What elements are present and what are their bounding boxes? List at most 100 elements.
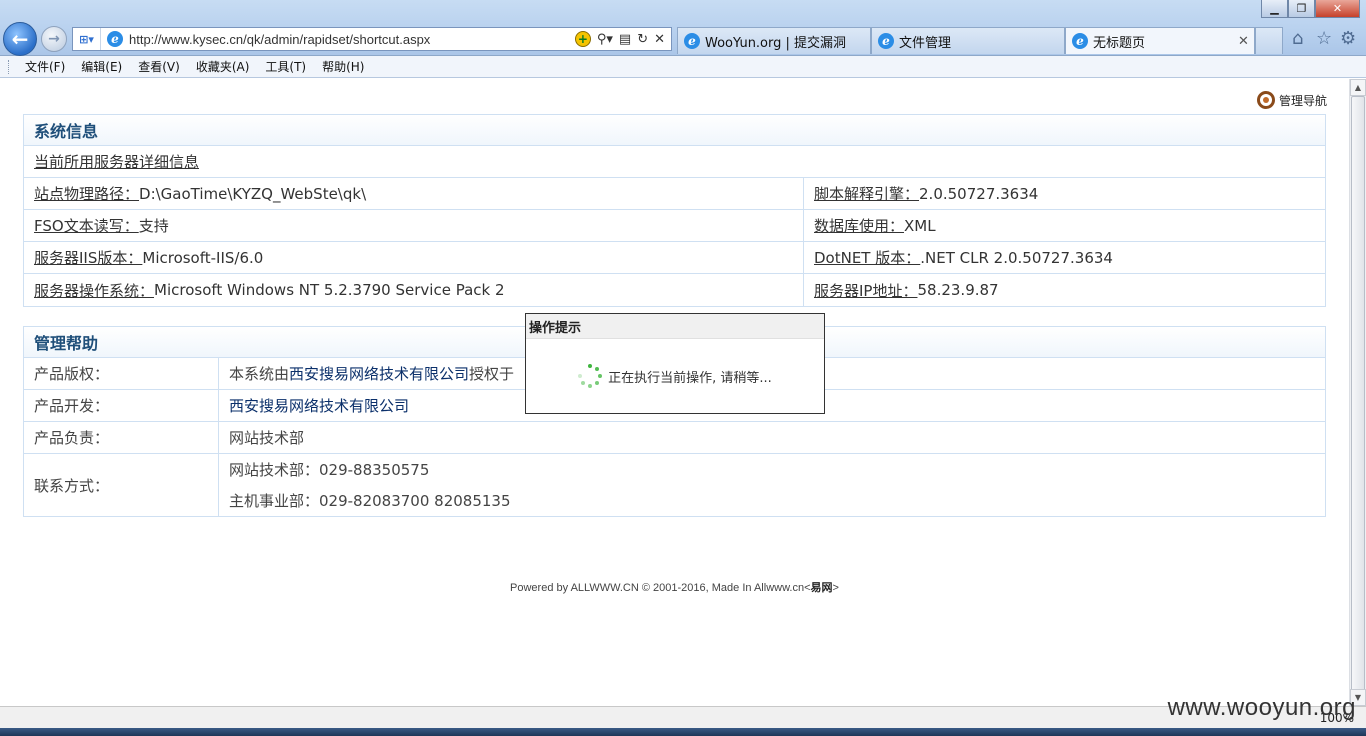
admin-nav-link[interactable]: 管理导航 bbox=[1256, 91, 1327, 109]
ie-tab-icon: e bbox=[684, 33, 700, 49]
help-row-contact: 联系方式： 网站技术部：029-88350575 主机事业部：029-82083… bbox=[24, 454, 1325, 516]
menu-file[interactable]: 文件(F) bbox=[17, 58, 73, 75]
ship-wheel-icon bbox=[1256, 91, 1275, 109]
page-footer: Powered by ALLWWW.CN © 2001-2016, Made I… bbox=[0, 579, 1349, 595]
ie-tab-icon: e bbox=[878, 33, 894, 49]
search-icon[interactable]: ⚲▾ bbox=[597, 32, 613, 47]
loading-spinner-icon bbox=[578, 364, 603, 388]
subtitle-cell: 当前所用服务器详细信息 bbox=[24, 146, 1325, 177]
developer-key: 产品开发： bbox=[24, 390, 219, 421]
help-row-owner: 产品负责： 网站技术部 bbox=[24, 422, 1325, 454]
server-ip-value: 58.23.9.87 bbox=[917, 281, 999, 299]
minimize-button[interactable]: ▁ bbox=[1261, 0, 1288, 18]
system-info-subtitle-row: 当前所用服务器详细信息 bbox=[24, 146, 1325, 178]
settings-gear-icon[interactable]: ⚙ bbox=[1340, 28, 1356, 49]
info-cell: 数据库使用： XML bbox=[804, 210, 936, 241]
menu-view[interactable]: 查看(V) bbox=[130, 58, 188, 75]
script-engine-label: 脚本解释引擎： bbox=[814, 185, 920, 203]
info-cell: 脚本解释引擎： 2.0.50727.3634 bbox=[804, 178, 1038, 209]
tab-untitled[interactable]: e 无标题页 ✕ bbox=[1065, 27, 1255, 54]
info-cell: FSO文本读写： 支持 bbox=[24, 210, 804, 241]
compat-icon[interactable]: ▤ bbox=[619, 32, 631, 47]
menu-favorites[interactable]: 收藏夹(A) bbox=[188, 58, 258, 75]
ie-page-icon: e bbox=[107, 31, 123, 47]
fso-value: 支持 bbox=[138, 217, 169, 235]
menu-bar: 文件(F) 编辑(E) 查看(V) 收藏夹(A) 工具(T) 帮助(H) bbox=[0, 56, 1366, 78]
dotnet-version-label: DotNET 版本： bbox=[814, 249, 921, 267]
menu-edit[interactable]: 编辑(E) bbox=[73, 58, 130, 75]
info-row: 服务器IIS版本： Microsoft-IIS/6.0 DotNET 版本： .… bbox=[24, 242, 1325, 274]
copyright-company-link[interactable]: 西安搜易网络技术有限公司 bbox=[289, 363, 469, 384]
contact-host-dept: 主机事业部：029-82083700 82085135 bbox=[229, 492, 511, 510]
tab-label: 无标题页 bbox=[1093, 35, 1146, 51]
info-cell: 站点物理路径： D:\GaoTime\KYZQ_WebSte\qk\ bbox=[24, 178, 804, 209]
info-row: 站点物理路径： D:\GaoTime\KYZQ_WebSte\qk\ 脚本解释引… bbox=[24, 178, 1325, 210]
home-icon[interactable]: ⌂ bbox=[1292, 28, 1303, 49]
operation-prompt-dialog: 操作提示 正在执行当前操作, 请稍等... bbox=[525, 313, 825, 414]
tab-wooyun[interactable]: e WooYun.org | 提交漏洞 bbox=[677, 27, 871, 54]
stop-icon[interactable]: ✕ bbox=[654, 32, 665, 47]
new-tab-button[interactable] bbox=[1255, 27, 1283, 54]
back-button[interactable]: ← bbox=[3, 22, 37, 56]
copyright-suffix: 授权于 bbox=[469, 365, 515, 383]
footer-powered: Powered by bbox=[510, 582, 569, 594]
contact-key: 联系方式： bbox=[24, 454, 219, 516]
system-info-title: 系统信息 bbox=[24, 115, 1325, 146]
scroll-thumb[interactable] bbox=[1351, 96, 1365, 691]
page-viewport: 管理导航 系统信息 当前所用服务器详细信息 站点物理路径： D:\GaoTime… bbox=[0, 79, 1349, 706]
script-engine-value: 2.0.50727.3634 bbox=[919, 184, 1039, 203]
owner-key: 产品负责： bbox=[24, 422, 219, 453]
info-cell: 服务器操作系统： Microsoft Windows NT 5.2.3790 S… bbox=[24, 274, 804, 306]
tab-file-manager[interactable]: e 文件管理 bbox=[871, 27, 1065, 54]
dialog-message: 正在执行当前操作, 请稍等... bbox=[608, 370, 772, 386]
site-path-label: 站点物理路径： bbox=[34, 185, 140, 203]
database-label: 数据库使用： bbox=[814, 217, 905, 235]
close-button[interactable]: ✕ bbox=[1315, 0, 1360, 18]
system-info-panel: 系统信息 当前所用服务器详细信息 站点物理路径： D:\GaoTime\KYZQ… bbox=[23, 114, 1326, 307]
page-menu-icon[interactable]: ⊞▾ bbox=[73, 28, 101, 50]
dialog-title: 操作提示 bbox=[526, 314, 824, 339]
admin-nav-label: 管理导航 bbox=[1278, 93, 1327, 108]
info-row: 服务器操作系统： Microsoft Windows NT 5.2.3790 S… bbox=[24, 274, 1325, 306]
fso-label: FSO文本读写： bbox=[34, 217, 139, 235]
scroll-up-icon[interactable]: ▲ bbox=[1350, 79, 1366, 96]
site-path-value: D:\GaoTime\KYZQ_WebSte\qk\ bbox=[139, 184, 367, 203]
url-text[interactable]: http://www.kysec.cn/qk/admin/rapidset/sh… bbox=[129, 32, 575, 47]
back-arrow-icon: ← bbox=[11, 27, 29, 51]
compatibility-view-icon[interactable]: + bbox=[574, 31, 591, 47]
dotnet-version-value: .NET CLR 2.0.50727.3634 bbox=[920, 248, 1113, 267]
info-cell: DotNET 版本： .NET CLR 2.0.50727.3634 bbox=[804, 242, 1113, 273]
maximize-button[interactable]: ❐ bbox=[1288, 0, 1315, 18]
forward-button[interactable]: → bbox=[41, 26, 67, 52]
os-label: 服务器操作系统： bbox=[34, 281, 155, 300]
address-bar[interactable]: ⊞▾ e http://www.kysec.cn/qk/admin/rapids… bbox=[72, 27, 672, 51]
owner-value: 网站技术部 bbox=[229, 429, 305, 447]
footer-end: > bbox=[832, 582, 839, 594]
vertical-scrollbar[interactable]: ▲ ▼ bbox=[1349, 79, 1366, 706]
ie-tab-icon: e bbox=[1072, 33, 1088, 49]
developer-company-link[interactable]: 西安搜易网络技术有限公司 bbox=[229, 395, 409, 416]
tab-close-icon[interactable]: ✕ bbox=[1238, 34, 1254, 49]
copyright-prefix: 本系统由 bbox=[229, 365, 290, 383]
footer-brand-link[interactable]: ALLWWW.CN bbox=[571, 582, 639, 594]
tab-label: 文件管理 bbox=[899, 35, 952, 51]
info-row: FSO文本读写： 支持 数据库使用： XML bbox=[24, 210, 1325, 242]
windows-taskbar bbox=[0, 728, 1366, 736]
watermark: www.wooyun.org bbox=[1167, 694, 1356, 721]
system-info-subtitle: 当前所用服务器详细信息 bbox=[34, 153, 200, 171]
info-cell: 服务器IIS版本： Microsoft-IIS/6.0 bbox=[24, 242, 804, 273]
refresh-icon[interactable]: ↻ bbox=[637, 32, 648, 47]
footer-copyright: © 2001-2016, Made In Allwww.cn< bbox=[641, 582, 811, 594]
copyright-key: 产品版权： bbox=[24, 358, 219, 389]
iis-version-label: 服务器IIS版本： bbox=[34, 249, 143, 267]
menu-help[interactable]: 帮助(H) bbox=[314, 58, 372, 75]
browser-chrome: ▁ ❐ ✕ ← → ⊞▾ e http://www.kysec.cn/qk/ad… bbox=[0, 0, 1366, 56]
window-controls: ▁ ❐ ✕ bbox=[1261, 0, 1360, 18]
footer-brand2: 易网 bbox=[810, 582, 833, 594]
dialog-body: 正在执行当前操作, 请稍等... bbox=[526, 339, 824, 413]
menu-tools[interactable]: 工具(T) bbox=[257, 58, 314, 75]
info-cell: 服务器IP地址： 58.23.9.87 bbox=[804, 274, 999, 306]
favorites-star-icon[interactable]: ☆ bbox=[1316, 28, 1332, 49]
os-value: Microsoft Windows NT 5.2.3790 Service Pa… bbox=[154, 281, 505, 299]
forward-arrow-icon: → bbox=[48, 31, 60, 47]
